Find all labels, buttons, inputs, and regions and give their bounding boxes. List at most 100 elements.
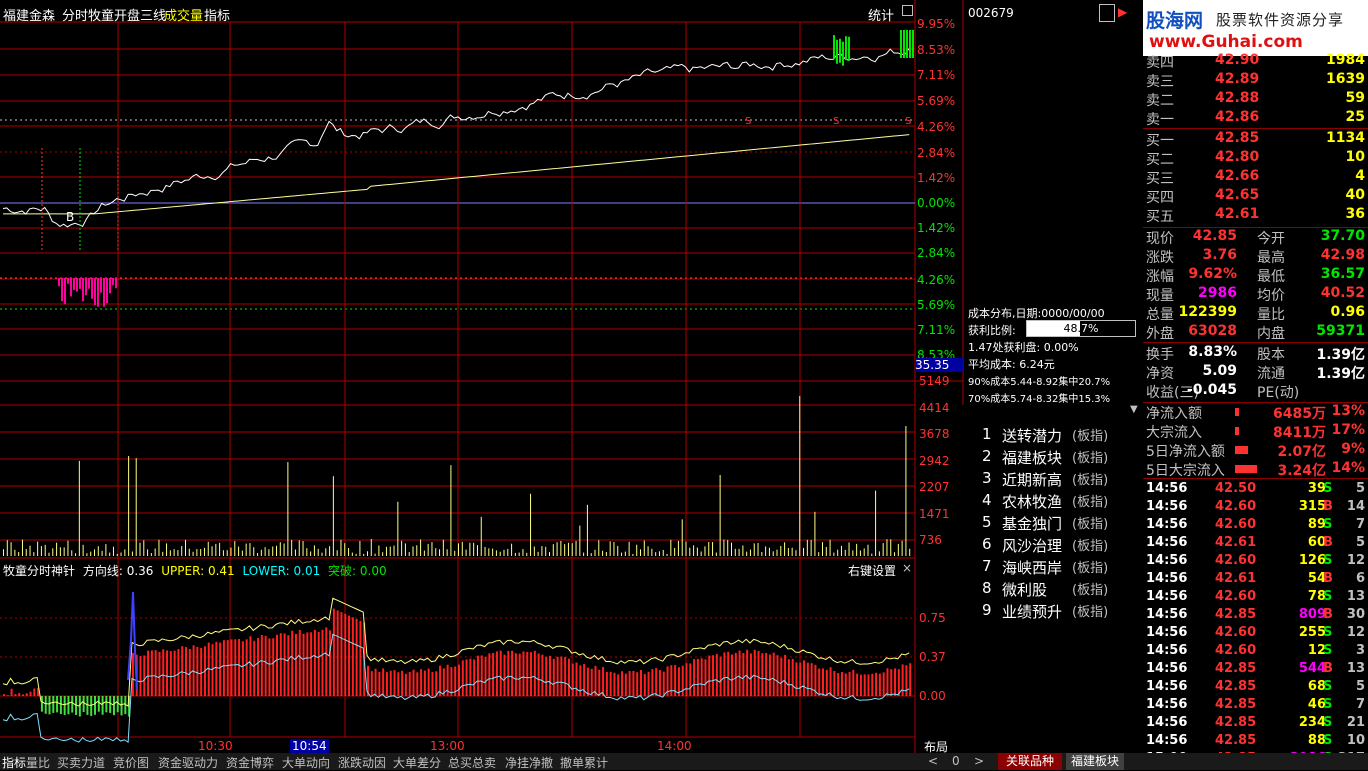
bottom-tab[interactable]: 大单差分 — [393, 754, 441, 771]
indicator-name[interactable]: 牧童开盘三线 — [88, 5, 166, 24]
board-tag: (板指) — [1072, 451, 1109, 466]
tick-row[interactable]: 14:56 42.85 88 S 10 — [1143, 733, 1368, 751]
tick-row[interactable]: 14:56 42.60 255 S 12 — [1143, 625, 1368, 643]
board-item[interactable]: 9 业绩预升 (板指) — [982, 601, 1142, 623]
volume-scale-label: 5149 — [919, 374, 950, 388]
tick-price: 42.85 — [1215, 607, 1257, 622]
board-num: 6 — [982, 535, 992, 553]
tick-direction: S — [1323, 589, 1333, 604]
orderbook-price: 42.85 — [1215, 130, 1260, 146]
orderbook-row[interactable]: 买四 42.65 40 — [1143, 187, 1368, 206]
quote-value: 0.96 — [1330, 304, 1365, 320]
orderbook-row[interactable]: 卖一 42.86 25 — [1143, 109, 1368, 128]
tick-volume: 809 — [1298, 607, 1326, 622]
tab-fujian-board[interactable]: 福建板块 — [1066, 753, 1124, 770]
board-name: 农林牧渔 — [1002, 493, 1063, 511]
intraday-chart[interactable]: B S S S — [0, 0, 965, 753]
tick-row[interactable]: 14:56 42.60 315 B 14 — [1143, 499, 1368, 517]
panel-divider — [1143, 128, 1368, 129]
orderbook-row[interactable]: 卖三 42.89 1639 — [1143, 71, 1368, 90]
board-item[interactable]: 2 福建板块 (板指) — [982, 447, 1142, 469]
tick-price: 42.60 — [1215, 553, 1257, 568]
tick-direction: S — [1323, 517, 1333, 532]
orderbook-label: 卖二 — [1146, 93, 1174, 109]
orderbook-row[interactable]: 买一 42.85 1134 — [1143, 130, 1368, 149]
tick-row[interactable]: 14:56 42.60 12 S 3 — [1143, 643, 1368, 661]
osc-title[interactable]: 牧童分时神针 — [3, 564, 75, 578]
tick-row[interactable]: 14:56 42.85 234 S 21 — [1143, 715, 1368, 733]
bottom-tab[interactable]: 竞价图 — [113, 754, 149, 771]
bottom-tab[interactable]: 量比 — [26, 754, 50, 771]
orderbook-price: 42.88 — [1215, 90, 1260, 106]
indicator-label[interactable]: 指标 — [204, 5, 230, 24]
bottom-tab[interactable]: 总买总卖 — [448, 754, 496, 771]
quote-value: 59371 — [1316, 323, 1365, 339]
flow-row: 5日净流入额 2.07亿 9% — [1143, 441, 1368, 460]
osc-close-icon[interactable]: × — [902, 561, 912, 575]
nav-right-arrow[interactable]: > — [974, 754, 984, 768]
board-item[interactable]: 3 近期新高 (板指) — [982, 469, 1142, 491]
tick-row[interactable]: 14:56 42.85 809 B 30 — [1143, 607, 1368, 625]
board-tag: (板指) — [1072, 473, 1109, 488]
orderbook-label: 卖三 — [1146, 74, 1174, 90]
stats-row: 换手 8.83% 股本 1.39亿 — [1143, 344, 1368, 363]
osc-settings[interactable]: 右键设置 — [848, 562, 896, 579]
price-scale-label: 1.42% — [917, 221, 956, 235]
board-item[interactable]: 7 海峡西岸 (板指) — [982, 557, 1142, 579]
bottom-tab[interactable]: 净挂净撤 — [505, 754, 553, 771]
tick-row[interactable]: 14:56 42.85 46 S 7 — [1143, 697, 1368, 715]
volume-scale-label: 2942 — [919, 453, 950, 468]
tick-row[interactable]: 14:56 42.60 89 S 7 — [1143, 517, 1368, 535]
chip-arrow-icon[interactable]: ▶ — [1118, 5, 1127, 19]
stats-button[interactable]: 统计 — [868, 5, 894, 24]
tick-row[interactable]: 14:56 42.61 60 B 5 — [1143, 535, 1368, 553]
board-tag: (板指) — [1072, 605, 1109, 620]
tick-count: 21 — [1346, 715, 1365, 730]
bottom-tab[interactable]: 买卖力道 — [57, 754, 105, 771]
stats-row: 净资 5.09 流通 1.39亿 — [1143, 363, 1368, 382]
tick-row[interactable]: 14:56 42.60 78 S 13 — [1143, 589, 1368, 607]
board-item[interactable]: 1 送转潜力 (板指) — [982, 425, 1142, 447]
scroll-down-icon[interactable]: ▼ — [1130, 404, 1138, 415]
tab-related-items[interactable]: 关联品种 — [998, 753, 1062, 770]
tick-row[interactable]: 14:56 42.60 126 S 12 — [1143, 553, 1368, 571]
volume-label[interactable]: 成交量 — [164, 5, 203, 24]
chip-menu-icon[interactable] — [1099, 4, 1115, 22]
price-scale-label: 8.53% — [917, 43, 956, 57]
board-item[interactable]: 4 农林牧渔 (板指) — [982, 491, 1142, 513]
tick-row[interactable]: 14:56 42.85 544 B 13 — [1143, 661, 1368, 679]
watermark-url: www.Guhai.com — [1149, 32, 1303, 52]
nav-left-arrow[interactable]: < — [928, 754, 938, 768]
tick-volume: 315 — [1298, 499, 1326, 514]
bottom-tab[interactable]: 大单动向 — [282, 754, 330, 771]
board-tag: (板指) — [1072, 429, 1109, 444]
nav-count: 0 — [952, 754, 960, 768]
tick-price: 42.60 — [1215, 643, 1257, 658]
orderbook-row[interactable]: 卖二 42.88 59 — [1143, 90, 1368, 109]
orderbook-row[interactable]: 买五 42.61 36 — [1143, 206, 1368, 225]
board-item[interactable]: 8 微利股 (板指) — [982, 579, 1142, 601]
bottom-tab[interactable]: 资金博弈 — [226, 754, 274, 771]
board-item[interactable]: 6 风沙治理 (板指) — [982, 535, 1142, 557]
tick-row[interactable]: 14:56 42.85 68 S 5 — [1143, 679, 1368, 697]
tick-count: 12 — [1346, 625, 1365, 640]
flow-label: 大宗流入 — [1146, 425, 1202, 441]
stock-name[interactable]: 福建金森 — [3, 5, 55, 24]
bottom-tab[interactable]: 撤单累计 — [560, 754, 608, 771]
orderbook-row[interactable]: 买二 42.80 10 — [1143, 149, 1368, 168]
bottom-tab[interactable]: 涨跌动因 — [338, 754, 386, 771]
bottom-tab[interactable]: 指标 — [2, 754, 26, 771]
board-item[interactable]: 5 基金独门 (板指) — [982, 513, 1142, 535]
bottom-tab[interactable]: 资金驱动力 — [158, 754, 218, 771]
quote-label: 量比 — [1257, 307, 1285, 323]
price-scale-label: 0.00% — [917, 196, 956, 210]
mode-label[interactable]: 分时 — [62, 5, 88, 24]
orderbook-row[interactable]: 买三 42.66 4 — [1143, 168, 1368, 187]
maximize-icon[interactable] — [902, 5, 913, 16]
flow-bar — [1235, 408, 1239, 416]
orderbook-row[interactable]: 卖四 42.90 1984 — [1143, 52, 1368, 71]
tick-price: 42.85 — [1215, 733, 1257, 748]
tick-direction: S — [1323, 697, 1333, 712]
tick-row[interactable]: 14:56 42.61 54 B 6 — [1143, 571, 1368, 589]
tick-row[interactable]: 14:56 42.50 39 S 5 — [1143, 481, 1368, 499]
